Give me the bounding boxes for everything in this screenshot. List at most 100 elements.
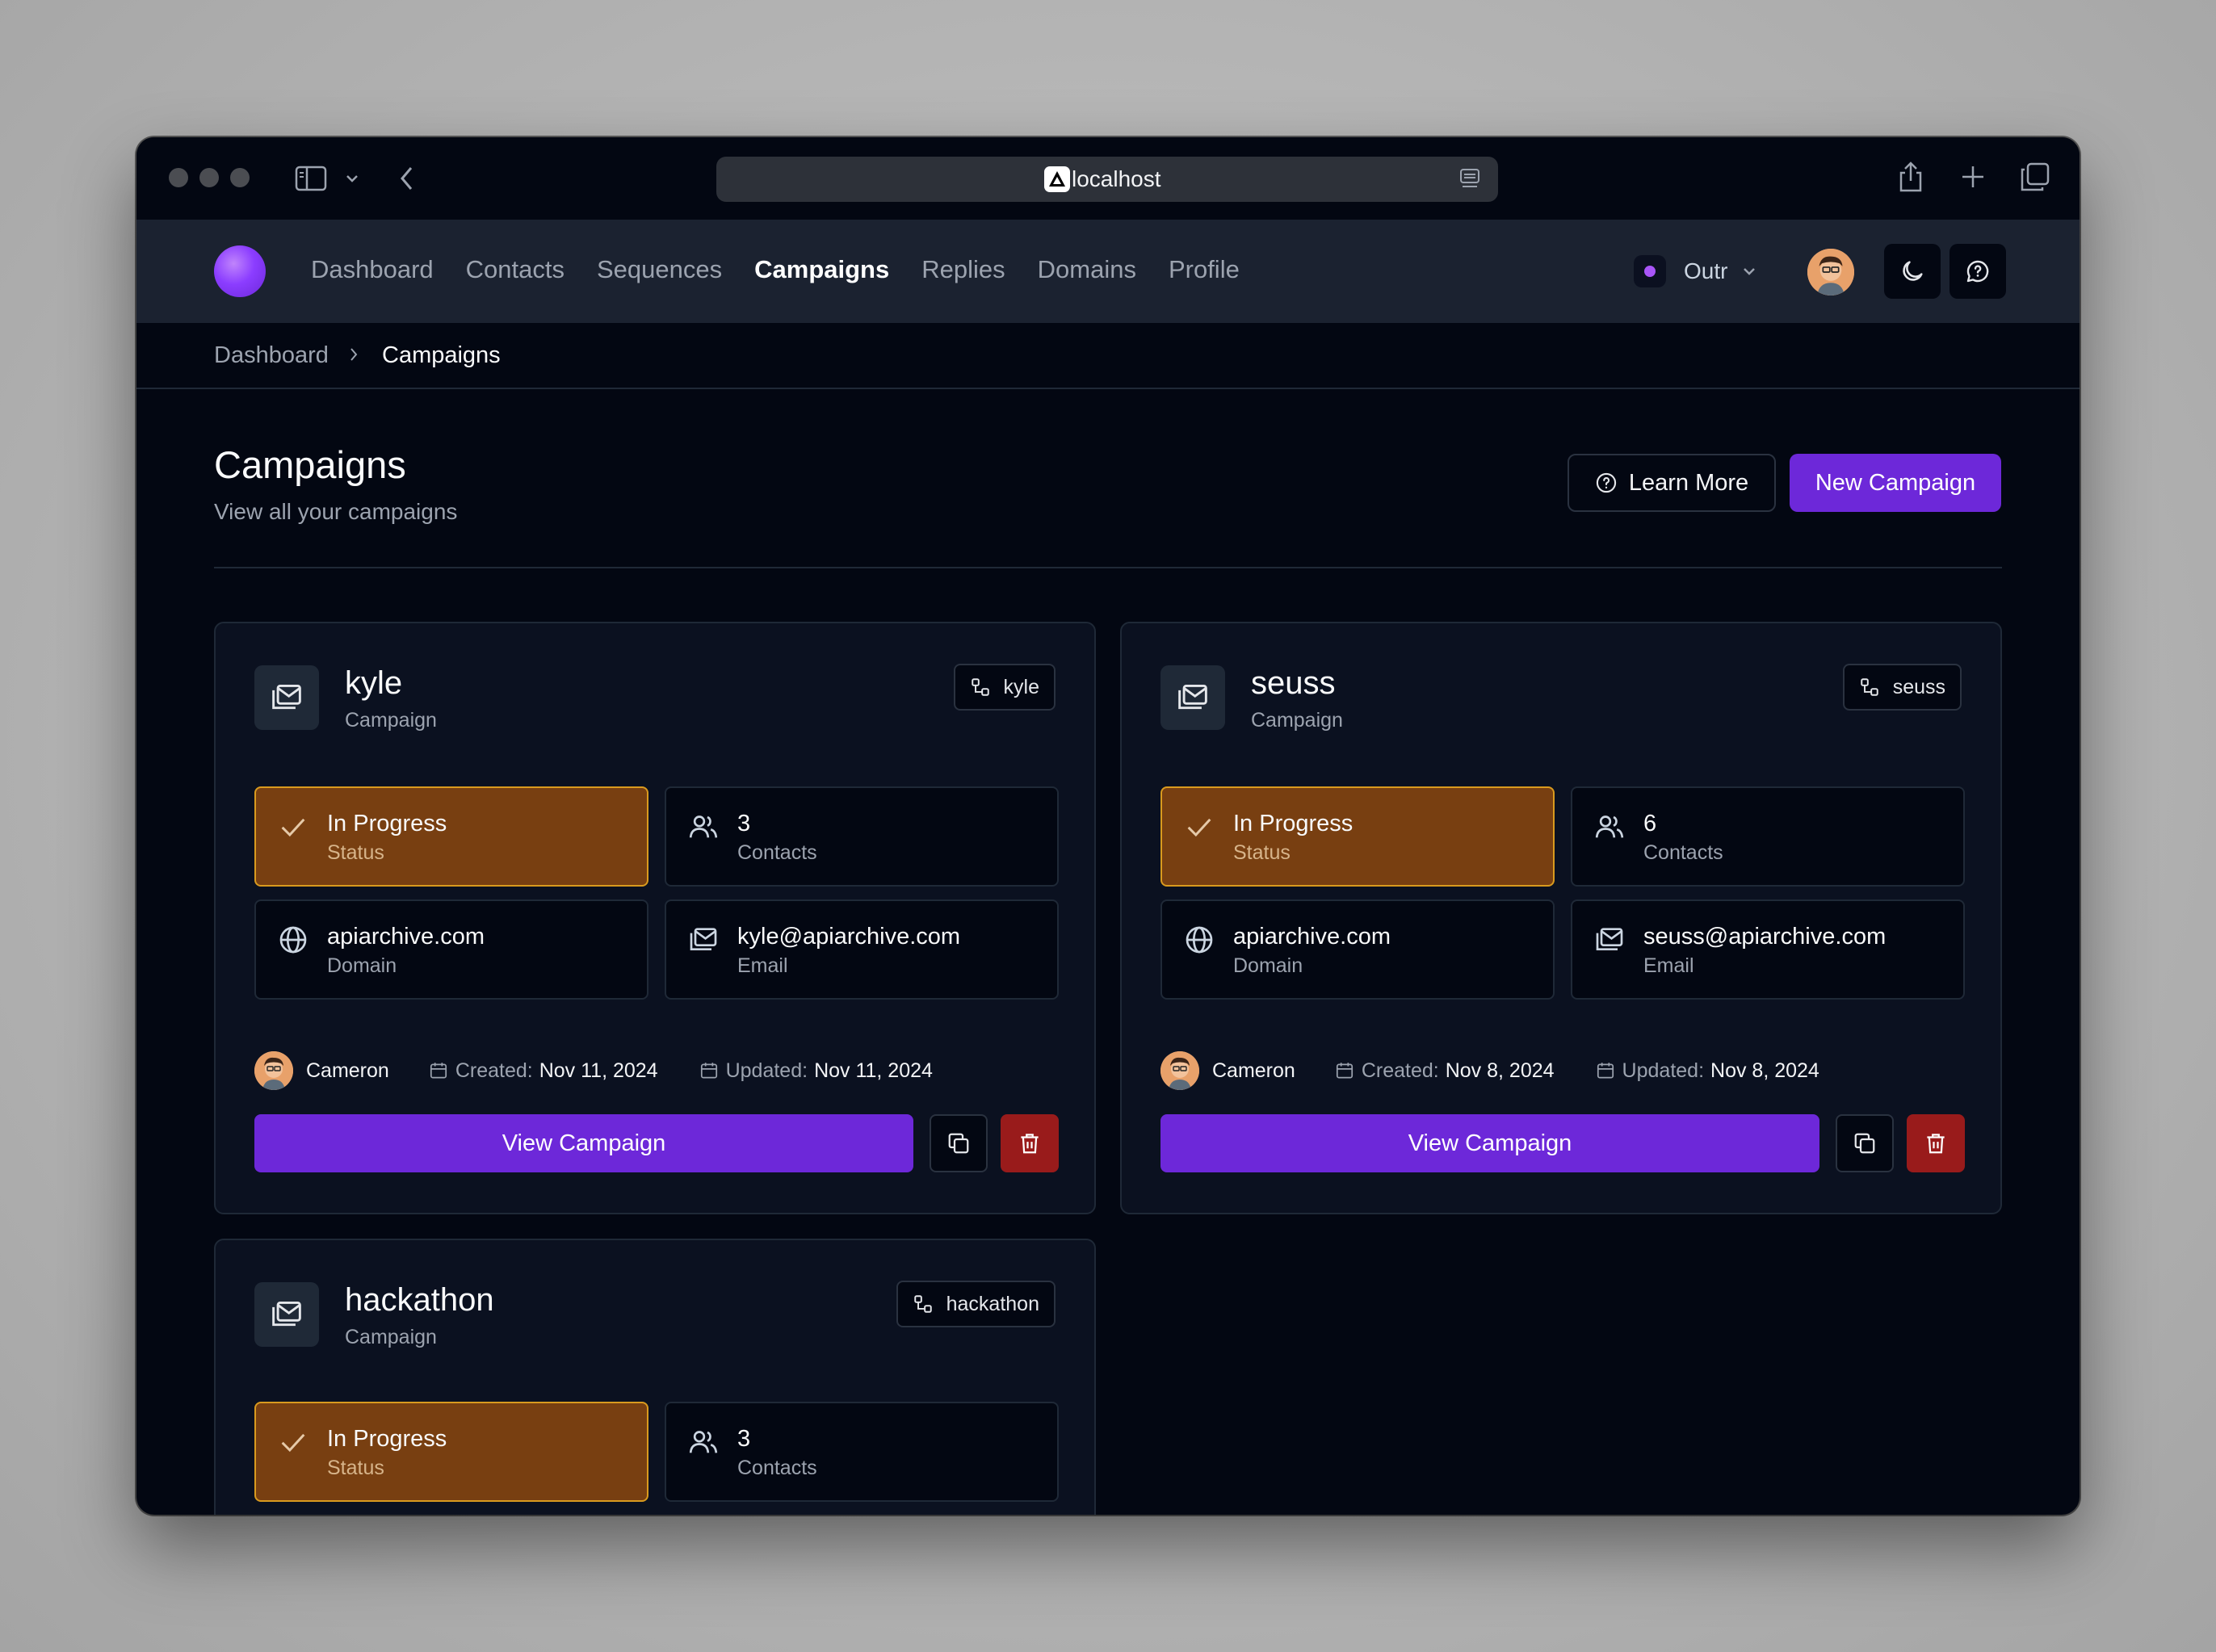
domain-label: Domain <box>1233 954 1303 977</box>
campaign-meta: Cameron Created: Nov 8, 2024 Updated: Nov … <box>1160 1051 1860 1090</box>
sequence-tag-label: kyle <box>1003 675 1039 698</box>
email-tile: kyle@apiarchive.com Email <box>665 899 1059 1000</box>
chevron-right-icon <box>350 348 358 361</box>
tab-overview-icon[interactable] <box>2020 161 2050 192</box>
nav-item-replies[interactable]: Replies <box>921 255 1005 284</box>
nav-item-sequences[interactable]: Sequences <box>597 255 722 284</box>
workflow-icon <box>971 678 989 696</box>
theme-toggle-button[interactable] <box>1884 244 1941 299</box>
owner-name: Cameron <box>1212 1059 1295 1082</box>
contacts-tile: 6 Contacts <box>1571 786 1965 887</box>
delete-campaign-button[interactable] <box>1001 1114 1059 1172</box>
nav-menu: Dashboard Contacts Sequences Campaigns R… <box>311 255 1272 284</box>
mail-icon <box>690 928 717 950</box>
nav-item-contacts[interactable]: Contacts <box>466 255 564 284</box>
status-value: In Progress <box>1233 811 1354 836</box>
chat-support-button[interactable] <box>1949 244 2006 299</box>
updated-date: Updated: Nov 8, 2024 <box>1595 1059 1819 1083</box>
users-icon <box>1595 816 1624 838</box>
workflow-icon <box>913 1295 932 1313</box>
calendar-icon <box>700 1063 717 1079</box>
copy-icon <box>1854 1133 1875 1154</box>
email-tile: seuss@apiarchive.com Email <box>1571 899 1965 1000</box>
updated-value: Nov 8, 2024 <box>1710 1059 1819 1082</box>
sequence-tag-label: hackathon <box>946 1292 1039 1315</box>
owner-name: Cameron <box>306 1059 389 1082</box>
new-tab-icon[interactable] <box>1959 163 1987 191</box>
domain-label: Domain <box>327 954 397 977</box>
window-close-button[interactable] <box>169 168 188 187</box>
calendar-icon <box>430 1063 447 1079</box>
view-campaign-button[interactable]: View Campaign <box>1160 1114 1819 1172</box>
nav-item-campaigns[interactable]: Campaigns <box>754 255 889 284</box>
new-campaign-button[interactable]: New Campaign <box>1790 454 2001 512</box>
status-tile: In Progress Status <box>1160 786 1555 887</box>
browser-toolbar: localhost <box>136 137 2080 220</box>
duplicate-campaign-button[interactable] <box>1836 1114 1894 1172</box>
domain-tile: apiarchive.com Domain <box>1160 899 1555 1000</box>
mail-icon <box>1596 928 1623 950</box>
status-label: Status <box>327 841 384 864</box>
app-logo[interactable] <box>214 245 266 297</box>
campaign-type: Campaign <box>345 709 437 732</box>
learn-more-button[interactable]: Learn More <box>1568 454 1776 512</box>
updated-value: Nov 11, 2024 <box>814 1059 933 1082</box>
duplicate-campaign-button[interactable] <box>930 1114 988 1172</box>
workspace-name: Outr <box>1684 258 1728 283</box>
breadcrumb-dashboard[interactable]: Dashboard <box>214 342 329 369</box>
browser-window: localhost Dashboard Contacts Sequences C… <box>136 137 2080 1515</box>
window-minimize-button[interactable] <box>199 168 219 187</box>
created-date: Created: Nov 8, 2024 <box>1334 1059 1555 1083</box>
email-value: kyle@apiarchive.com <box>737 924 961 950</box>
top-navigation: Dashboard Contacts Sequences Campaigns R… <box>136 220 2080 323</box>
user-avatar[interactable] <box>1807 249 1854 296</box>
status-label: Status <box>1233 841 1291 864</box>
contacts-value: 3 <box>737 1426 751 1452</box>
created-label: Created: <box>1361 1059 1439 1082</box>
domain-tile: apiarchive.com Domain <box>254 899 648 1000</box>
status-label: Status <box>327 1457 384 1479</box>
check-icon <box>281 818 305 837</box>
workspace-icon <box>1634 255 1666 287</box>
campaign-meta: Cameron Created: Nov 11, 2024 Updated: Nov… <box>254 1051 973 1090</box>
status-tile: In Progress Status <box>254 786 648 887</box>
sidebar-toggle-icon[interactable] <box>295 165 327 192</box>
copy-icon <box>948 1133 969 1154</box>
view-campaign-button[interactable]: View Campaign <box>254 1114 913 1172</box>
owner-avatar <box>254 1051 293 1090</box>
globe-icon <box>279 926 307 954</box>
workspace-switcher[interactable]: Outr <box>1634 252 1756 291</box>
status-value: In Progress <box>327 1426 447 1452</box>
chevron-down-icon[interactable] <box>345 173 359 184</box>
campaign-name: hackathon <box>345 1282 494 1318</box>
chevron-down-icon <box>1744 268 1756 275</box>
share-icon[interactable] <box>1897 160 1924 194</box>
reader-mode-icon[interactable] <box>1459 168 1480 191</box>
back-arrow-icon[interactable] <box>398 165 416 192</box>
contacts-label: Contacts <box>1643 841 1723 864</box>
nav-item-dashboard[interactable]: Dashboard <box>311 255 434 284</box>
contacts-value: 6 <box>1643 811 1657 836</box>
campaign-card: seuss Campaign seuss In Progress Status … <box>1120 622 2002 1214</box>
check-icon <box>1187 818 1211 837</box>
address-bar[interactable]: localhost <box>716 157 1498 202</box>
trash-icon <box>1927 1134 1945 1154</box>
delete-campaign-button[interactable] <box>1907 1114 1965 1172</box>
window-maximize-button[interactable] <box>230 168 250 187</box>
campaign-card: kyle Campaign kyle In Progress Status 3 … <box>214 622 1096 1214</box>
updated-label: Updated: <box>725 1059 808 1082</box>
page-subtitle: View all your campaigns <box>214 499 458 524</box>
campaign-card: hackathon Campaign hackathon In Progress… <box>214 1239 1096 1515</box>
sequence-tag-label: seuss <box>1892 675 1945 698</box>
learn-more-label: Learn More <box>1628 469 1749 496</box>
nav-item-domains[interactable]: Domains <box>1038 255 1136 284</box>
chat-help-icon <box>1966 260 1989 283</box>
sequence-tag[interactable]: seuss <box>1842 664 1962 711</box>
workflow-icon <box>1860 678 1878 696</box>
status-tile: In Progress Status <box>254 1402 648 1502</box>
nav-item-profile[interactable]: Profile <box>1169 255 1240 284</box>
sequence-tag[interactable]: kyle <box>953 664 1056 711</box>
sequence-tag[interactable]: hackathon <box>896 1281 1056 1327</box>
created-value: Nov 11, 2024 <box>539 1059 658 1082</box>
calendar-icon <box>1336 1063 1353 1079</box>
